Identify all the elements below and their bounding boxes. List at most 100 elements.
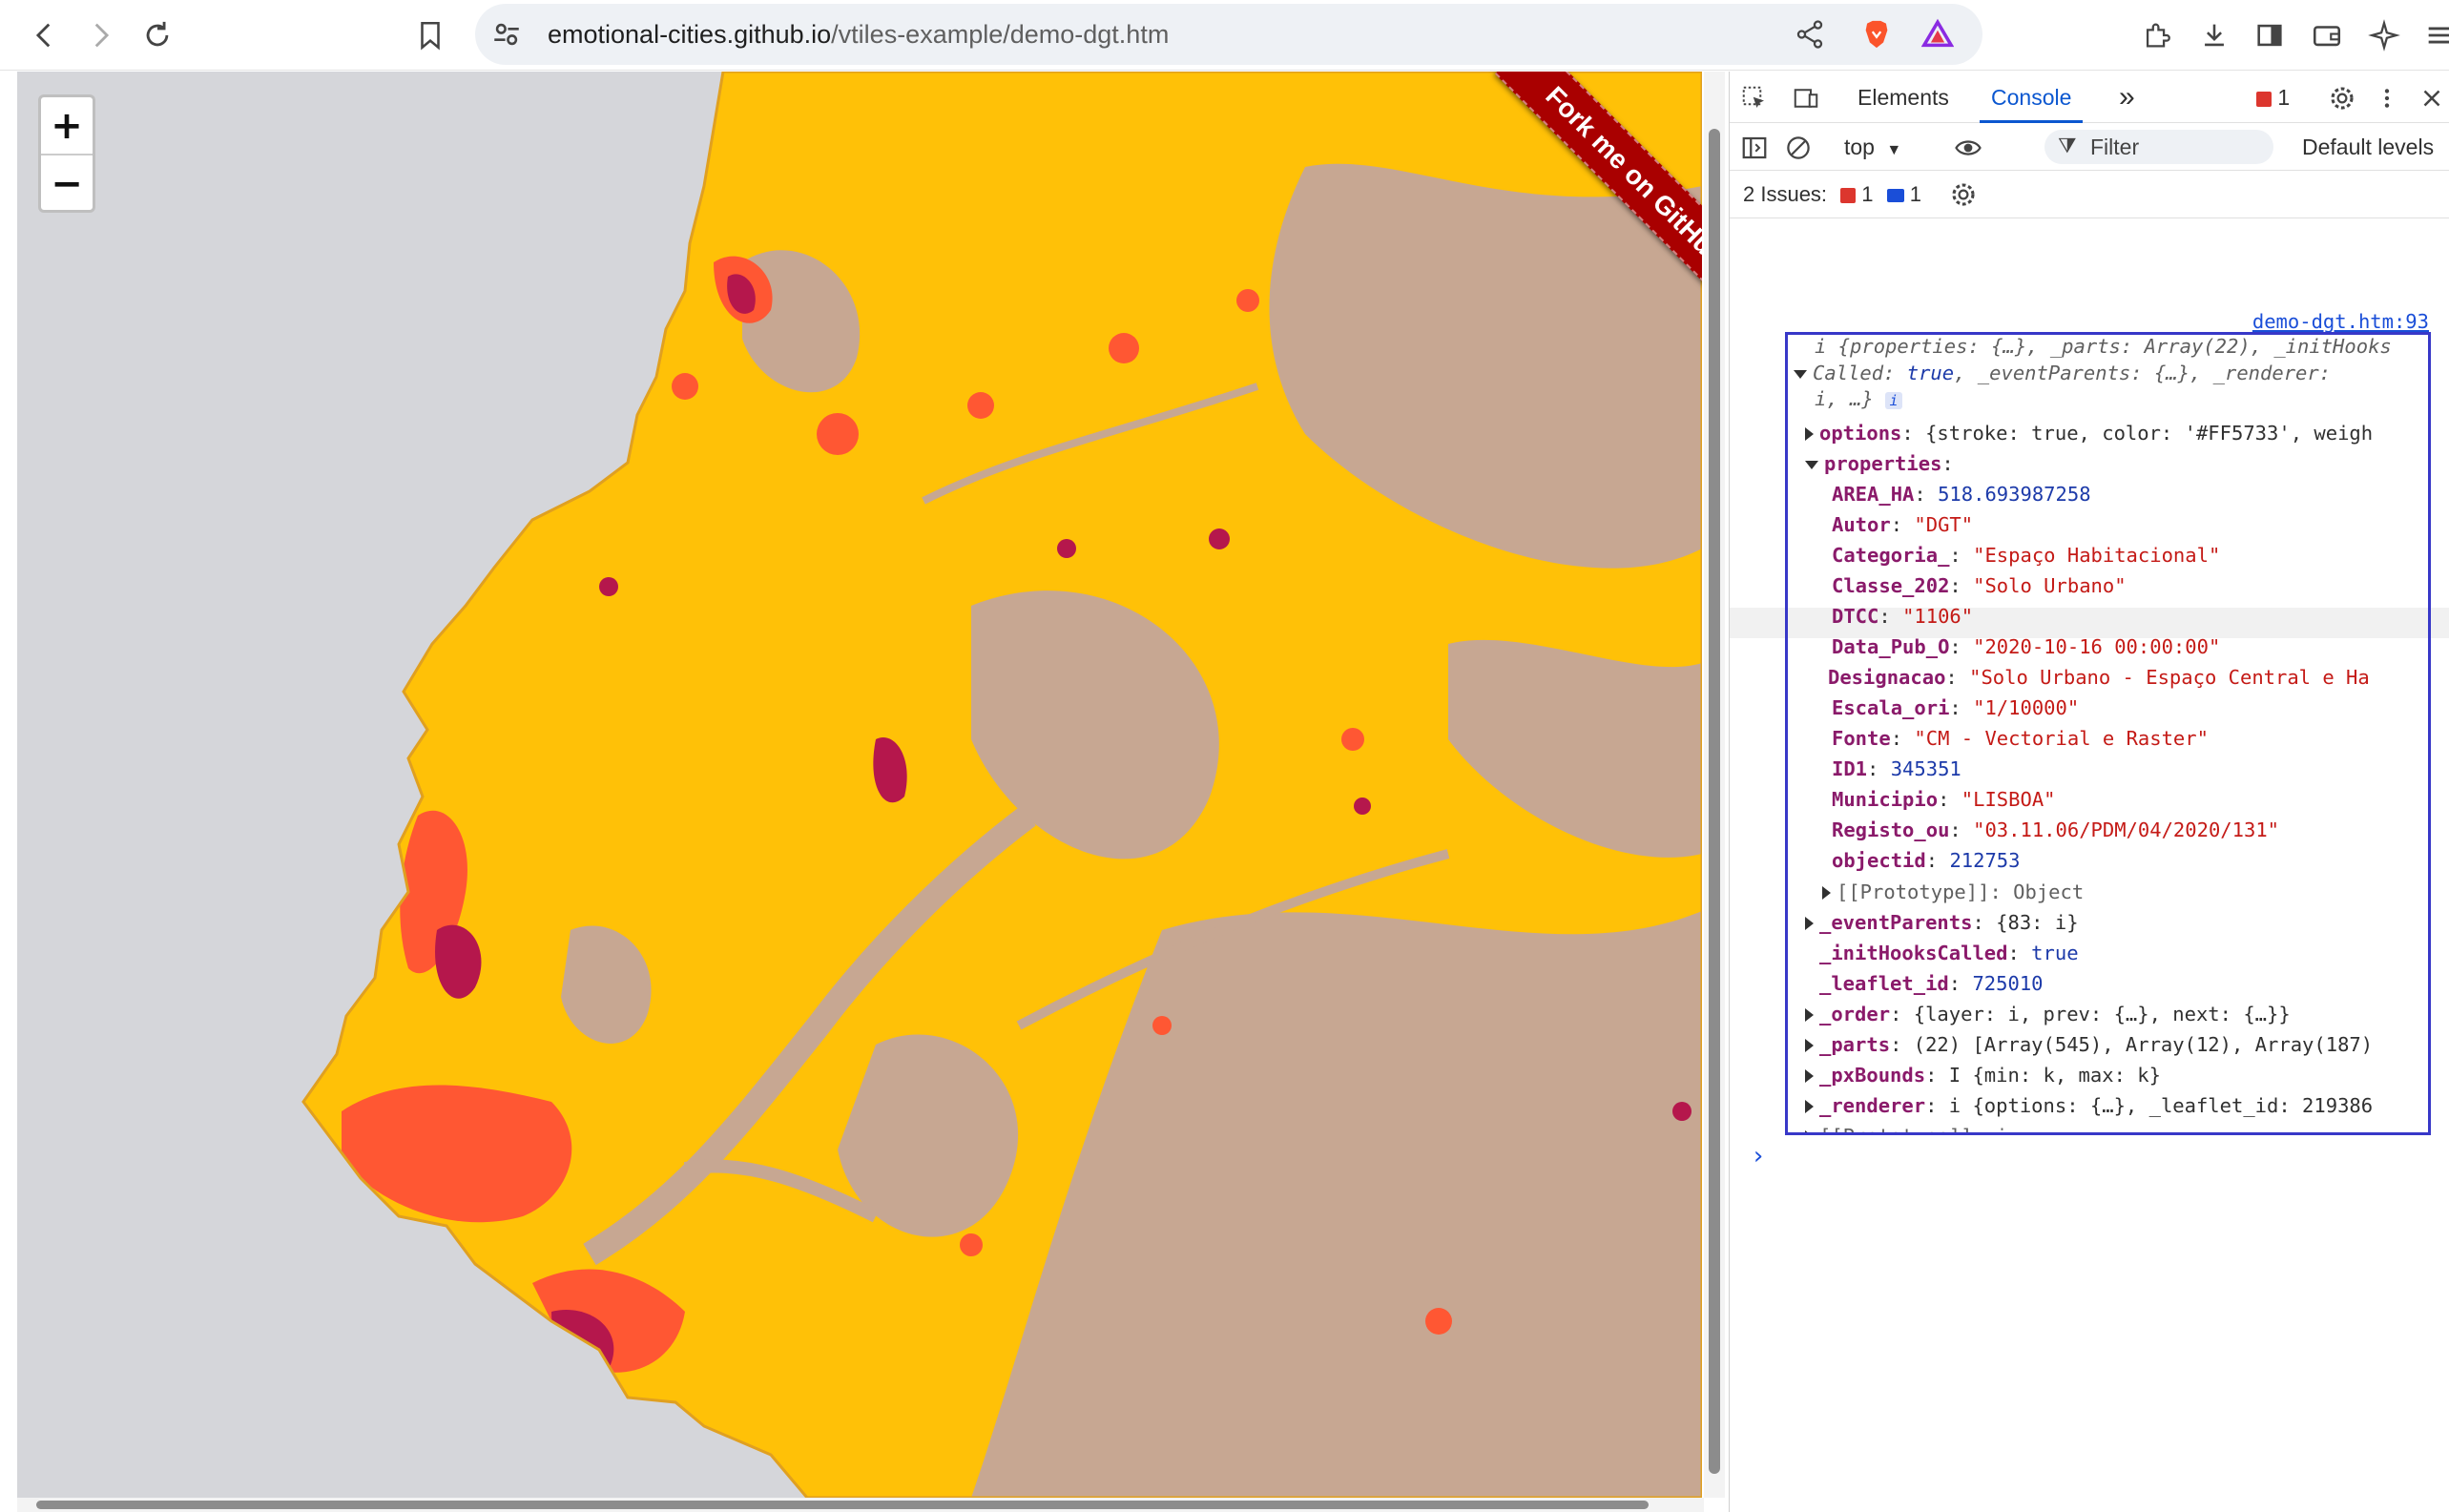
property-row[interactable]: Registo_ou: "03.11.06/PDM/04/2020/131" (1832, 815, 2279, 845)
url-domain: emotional-cities.github.io (548, 20, 832, 49)
property-value: "2020-10-16 00:00:00" (1973, 635, 2221, 658)
property-value: "03.11.06/PDM/04/2020/131" (1973, 818, 2280, 841)
leo-ai-button[interactable] (2362, 13, 2406, 57)
zoom-in-button[interactable]: + (41, 97, 93, 155)
back-button[interactable] (23, 13, 67, 57)
urban-spot (1109, 333, 1139, 363)
reload-button[interactable] (135, 13, 179, 57)
console-settings-button[interactable] (1949, 180, 1978, 209)
tune-icon (494, 23, 519, 46)
property-key: Designacao (1828, 666, 1946, 689)
settings-button[interactable] (2327, 83, 2357, 114)
inspect-element-button[interactable] (1739, 83, 1770, 114)
property-key: Fonte (1832, 727, 1891, 750)
console-prompt[interactable]: › (1751, 1142, 1766, 1170)
close-devtools-button[interactable] (2417, 83, 2447, 114)
pxbounds-row[interactable]: _pxBounds: I {min: k, max: k} (1805, 1060, 2161, 1090)
expand-triangle-icon (1805, 427, 1814, 441)
prototype-i: [[Prototype]]: i (1819, 1125, 2007, 1132)
prototype-object-row[interactable]: [[Prototype]]: Object (1822, 877, 2084, 907)
tab-console[interactable]: Console (1980, 72, 2084, 123)
show-sidebar-button[interactable] (1739, 133, 1770, 163)
brave-shields-button[interactable] (1855, 12, 1899, 56)
property-key: Escala_ori (1832, 696, 1950, 719)
expand-triangle-icon (1822, 886, 1831, 900)
context-selector[interactable]: top ▼ (1844, 123, 1901, 175)
property-row[interactable]: Data_Pub_O: "2020-10-16 00:00:00" (1832, 632, 2220, 662)
scroll-thumb[interactable] (1709, 129, 1720, 1474)
back-arrow-icon (35, 23, 51, 48)
extensions-button[interactable] (2135, 13, 2179, 57)
zoom-out-button[interactable]: − (41, 155, 93, 212)
downloads-button[interactable] (2192, 13, 2236, 57)
property-row[interactable]: AREA_HA: 518.693987258 (1832, 479, 2091, 509)
property-row[interactable]: Municipio: "LISBOA" (1832, 784, 2056, 815)
property-row[interactable]: Classe_202: "Solo Urbano" (1832, 570, 2127, 601)
live-expression-button[interactable] (1951, 133, 1985, 163)
order-key: _order (1819, 1003, 1891, 1025)
urban-spot (960, 1233, 983, 1256)
issues-link[interactable]: 2 Issues: 1 1 (1743, 171, 1921, 233)
fork-on-github-ribbon[interactable]: Fork me on GitHub (1494, 72, 1702, 318)
property-row[interactable]: Escala_ori: "1/10000" (1832, 693, 2079, 723)
leaflet-map[interactable]: + − Fork me on GitHub (17, 72, 1702, 1498)
wallet-button[interactable] (2305, 13, 2349, 57)
property-value: "Espaço Habitacional" (1973, 544, 2221, 567)
property-key: Categoria_ (1832, 544, 1950, 567)
parts-row[interactable]: _parts: (22) [Array(545), Array(12), Arr… (1805, 1029, 2373, 1060)
rewards-triangle-icon (1921, 18, 1954, 48)
url-text[interactable]: emotional-cities.github.io/vtiles-exampl… (548, 4, 1169, 65)
device-toolbar-button[interactable] (1791, 83, 1821, 114)
expand-triangle-icon (1805, 917, 1814, 930)
gear-icon (1952, 183, 1975, 206)
log-levels-dropdown[interactable]: Default levels (2302, 123, 2434, 171)
property-row[interactable]: Designacao: "Solo Urbano - Espaço Centra… (1828, 662, 2370, 693)
source-link[interactable]: demo-dgt.htm:93 (2252, 310, 2429, 333)
dense-spot (599, 577, 618, 596)
property-row[interactable]: Categoria_: "Espaço Habitacional" (1832, 540, 2220, 570)
forward-button[interactable] (78, 13, 122, 57)
menu-button[interactable] (2418, 13, 2449, 57)
bookmark-icon (421, 21, 440, 51)
event-parents-row[interactable]: _eventParents: {83: i} (1805, 907, 2079, 938)
renderer-row[interactable]: _renderer: i {options: {…}, _leaflet_id:… (1805, 1090, 2373, 1121)
urban-spot (1341, 728, 1364, 751)
site-info-button[interactable] (485, 12, 529, 56)
share-button[interactable] (1788, 12, 1832, 56)
bookmark-button[interactable] (408, 13, 452, 57)
logged-object[interactable]: i {properties: {…}, _parts: Array(22), _… (1785, 332, 2431, 1135)
leaflet-id-value: 725010 (1972, 972, 2044, 995)
brave-rewards-button[interactable] (1916, 12, 1960, 56)
address-bar[interactable]: emotional-cities.github.io/vtiles-exampl… (475, 4, 1982, 65)
property-value: 212753 (1949, 849, 2021, 872)
more-tabs-button[interactable]: » (2119, 72, 2135, 123)
property-value: "CM - Vectorial e Raster" (1914, 727, 2209, 750)
clear-console-button[interactable] (1783, 133, 1814, 163)
error-counter[interactable]: 1 (2256, 72, 2290, 140)
property-row[interactable]: objectid: 212753 (1832, 845, 2021, 876)
map-tiles (17, 72, 1702, 1498)
order-row[interactable]: _order: {layer: i, prev: {…}, next: {…}} (1805, 999, 2291, 1029)
property-row[interactable]: DTCC: "1106" (1832, 601, 1973, 632)
sidebar-button[interactable] (2248, 13, 2292, 57)
tab-elements[interactable]: Elements (1858, 72, 1949, 123)
github-ribbon-container: Fork me on GitHub (1454, 72, 1702, 320)
property-row[interactable]: Autor: "DGT" (1832, 509, 1973, 540)
page-vertical-scrollbar[interactable] (1704, 72, 1725, 1498)
property-value: 518.693987258 (1938, 483, 2091, 506)
properties-row[interactable]: properties: (1805, 448, 1954, 479)
property-value: 345351 (1890, 757, 1961, 780)
property-row[interactable]: Fonte: "CM - Vectorial e Raster" (1832, 723, 2209, 754)
prototype-i-row[interactable]: [[Prototype]]: i (1805, 1121, 2007, 1132)
property-row[interactable]: ID1: 345351 (1832, 754, 1961, 784)
device-icon (1794, 89, 1818, 108)
issue-message-icon (1886, 189, 1904, 203)
expand-triangle-icon (1805, 1039, 1814, 1052)
options-row[interactable]: options: {stroke: true, color: '#FF5733'… (1805, 418, 2373, 448)
scroll-thumb[interactable] (36, 1501, 1649, 1509)
devtools-menu-button[interactable] (2375, 83, 2399, 114)
property-value: "DGT" (1914, 513, 1974, 536)
filter-input[interactable]: ⧩ Filter (2044, 130, 2273, 164)
page-horizontal-scrollbar[interactable] (17, 1498, 1704, 1512)
property-key: Registo_ou (1832, 818, 1950, 841)
